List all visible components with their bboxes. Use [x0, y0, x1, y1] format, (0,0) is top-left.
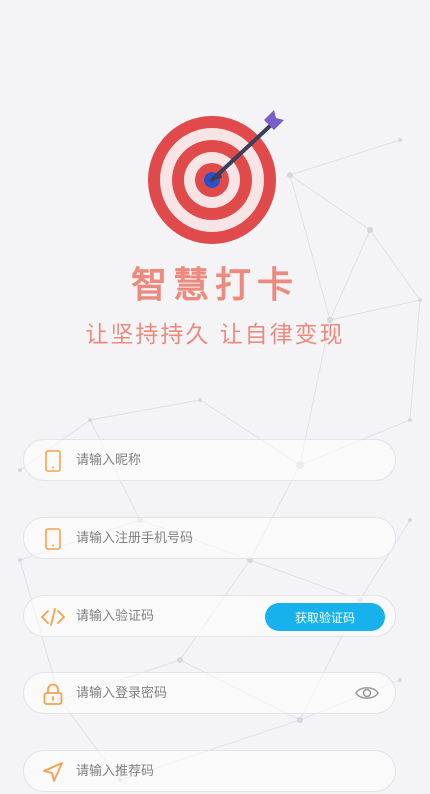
verification-code-field: 获取验证码 — [23, 595, 396, 637]
get-code-button[interactable]: 获取验证码 — [265, 603, 385, 631]
app-title: 智慧打卡 — [130, 265, 299, 306]
nickname-field — [23, 439, 396, 481]
code-icon — [40, 605, 66, 629]
verification-code-input[interactable] — [76, 596, 276, 636]
password-field — [23, 672, 396, 714]
logo — [0, 108, 430, 248]
app-slogan: 让坚持持久 让自律变现 — [85, 322, 345, 348]
referral-code-input[interactable] — [76, 751, 276, 791]
target-arrow-icon — [148, 110, 284, 244]
phone-field — [23, 517, 396, 559]
phone-input[interactable] — [76, 518, 276, 558]
eye-icon[interactable] — [355, 683, 379, 703]
password-input[interactable] — [76, 673, 276, 713]
referral-code-field — [23, 750, 396, 792]
lock-icon — [40, 682, 66, 706]
phone-icon — [40, 527, 66, 551]
nickname-input[interactable] — [76, 440, 276, 480]
navigation-icon — [40, 760, 66, 784]
phone-icon — [40, 449, 66, 473]
